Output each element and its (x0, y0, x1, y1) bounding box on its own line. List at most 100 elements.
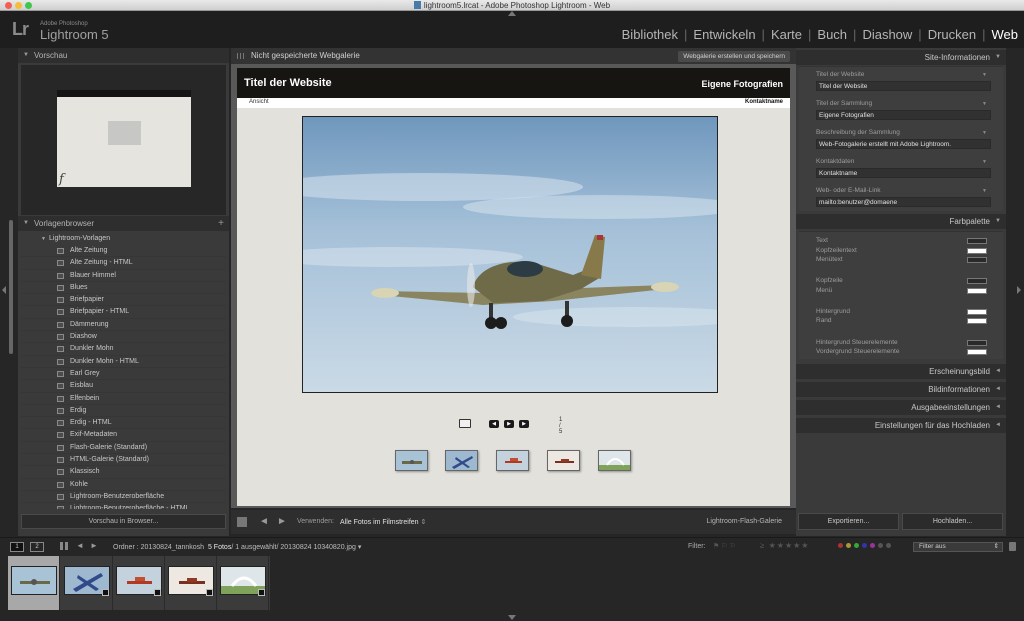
filmstrip-cell[interactable] (217, 556, 269, 610)
template-item[interactable]: Elfenbein (21, 393, 226, 405)
section-header-output[interactable]: Ausgabeeinstellungen ◄ (796, 400, 1006, 415)
template-item[interactable]: Dunkler Mohn - HTML (21, 356, 226, 368)
template-item[interactable]: HTML-Galerie (Standard) (21, 454, 226, 467)
filmstrip-cell[interactable] (61, 556, 113, 610)
lock-icon[interactable] (1009, 542, 1016, 551)
color-swatch[interactable] (967, 238, 987, 244)
template-item[interactable]: Kohle (21, 479, 226, 491)
filter-preset-dropdown[interactable]: Filter aus ⇕ (913, 542, 1003, 552)
module-drucken[interactable]: Drucken (928, 27, 976, 42)
next-photo-icon[interactable]: ► (277, 516, 287, 527)
filmstrip-cell[interactable] (165, 556, 217, 610)
previous-photo-icon[interactable]: ◄ (259, 516, 269, 527)
field-history-icon[interactable]: ▼ (982, 159, 987, 165)
forward-icon[interactable]: ► (90, 541, 98, 550)
field-input[interactable]: Titel der Website (816, 81, 991, 91)
module-buch[interactable]: Buch (817, 27, 847, 42)
collapse-top-panel-icon[interactable] (508, 11, 516, 16)
color-swatch[interactable] (967, 257, 987, 263)
no-label-icon[interactable] (886, 543, 891, 548)
gallery-thumbnail[interactable] (547, 450, 580, 471)
rating-filter-icon[interactable]: ≥ ★★★★★ (760, 541, 809, 550)
previous-button[interactable]: ◀ (489, 420, 499, 428)
template-item[interactable]: Earl Grey (21, 368, 226, 381)
field-input[interactable]: mailto:benutzer@domaene (816, 197, 991, 207)
module-entwickeln[interactable]: Entwickeln (693, 27, 755, 42)
template-item[interactable]: Exif-Metadaten (21, 429, 226, 442)
field-input[interactable]: Web-Fotogalerie erstellt mit Adobe Light… (816, 139, 991, 149)
gallery-thumbnail[interactable] (496, 450, 529, 471)
add-template-button[interactable]: + (218, 216, 224, 231)
toggle-toolbar-button[interactable] (237, 517, 247, 527)
color-palette-header[interactable]: Farbpalette ▼ (796, 214, 1006, 229)
color-swatch[interactable] (967, 278, 987, 284)
module-karte[interactable]: Karte (771, 27, 802, 42)
section-header-upload[interactable]: Einstellungen für das Hochladen ◄ (796, 418, 1006, 433)
template-item[interactable]: Flash-Galerie (Standard) (21, 442, 226, 455)
left-scrollbar[interactable] (9, 220, 13, 354)
field-history-icon[interactable]: ▼ (982, 188, 987, 194)
template-browser-header[interactable]: ▼ Vorlagenbrowser + (18, 216, 229, 231)
gallery-thumbnail[interactable] (395, 450, 428, 471)
green-label-icon[interactable] (854, 543, 859, 548)
site-info-header[interactable]: Site-Informationen ▼ (796, 50, 1006, 65)
color-swatch[interactable] (967, 248, 987, 254)
next-button[interactable]: ▶ (519, 420, 529, 428)
template-item[interactable]: Dämmerung (21, 319, 226, 332)
template-item[interactable]: Eisblau (21, 380, 226, 393)
color-swatch[interactable] (967, 288, 987, 294)
collapse-filmstrip-icon[interactable] (508, 615, 516, 620)
field-input[interactable]: Kontaktname (816, 168, 991, 178)
secondary-window-button[interactable]: 2 (30, 542, 44, 552)
flag-filter-icon[interactable]: ⚑ ⚐ ⚐ (713, 542, 736, 550)
section-header-image-info[interactable]: Bildinformationen ◄ (796, 382, 1006, 397)
filmstrip-source[interactable]: Ordner : 20130824_tannkosh 5 Fotos/ 1 au… (113, 543, 361, 551)
template-item[interactable]: Blues (21, 282, 226, 295)
template-item[interactable]: Diashow (21, 331, 226, 344)
template-item[interactable]: Briefpapier (21, 294, 226, 307)
field-history-icon[interactable]: ▼ (982, 101, 987, 107)
collapse-right-panel-icon[interactable] (1017, 286, 1021, 294)
gallery-thumbnail[interactable] (445, 450, 478, 471)
yellow-label-icon[interactable] (846, 543, 851, 548)
template-item[interactable]: Blauer Himmel (21, 270, 226, 282)
template-item[interactable]: Alte Zeitung (21, 245, 226, 258)
fullscreen-button[interactable] (459, 419, 471, 428)
template-item[interactable]: Klassisch (21, 466, 226, 479)
filmstrip-cell[interactable] (113, 556, 165, 610)
use-dropdown[interactable]: Alle Fotos im Filmstreifen ⇕ (340, 518, 426, 526)
play-button[interactable]: ▶ (504, 420, 514, 428)
preview-panel-header[interactable]: ▼ Vorschau (18, 48, 229, 63)
color-swatch[interactable] (967, 309, 987, 315)
template-item[interactable]: Erdig - HTML (21, 417, 226, 430)
upload-button[interactable]: Hochladen... (902, 513, 1003, 530)
module-diashow[interactable]: Diashow (862, 27, 912, 42)
template-item[interactable]: Lightroom-Benutzeroberfläche - HTML (21, 503, 226, 509)
view-link[interactable]: Ansicht (249, 99, 269, 105)
blue-label-icon[interactable] (862, 543, 867, 548)
collection-title[interactable]: Eigene Fotografien (701, 79, 783, 89)
template-item[interactable]: Lightroom-Benutzeroberfläche (21, 491, 226, 504)
purple-label-icon[interactable] (870, 543, 875, 548)
collapse-left-panel-icon[interactable] (2, 286, 6, 294)
site-title[interactable]: Titel der Website (244, 77, 332, 89)
template-item[interactable]: Erdig (21, 405, 226, 418)
contact-link[interactable]: Kontaktname (745, 99, 783, 105)
template-item[interactable]: Briefpapier - HTML (21, 306, 226, 319)
template-folder[interactable]: ▼ Lightroom-Vorlagen (21, 233, 226, 245)
template-item[interactable]: Dunkler Mohn (21, 343, 226, 356)
color-swatch[interactable] (967, 340, 987, 346)
create-gallery-button[interactable]: Webgalerie erstellen und speichern (678, 51, 790, 62)
export-button[interactable]: Exportieren... (798, 513, 899, 530)
color-swatch[interactable] (967, 318, 987, 324)
gallery-thumbnail[interactable] (598, 450, 631, 471)
grid-icon[interactable] (60, 542, 68, 550)
module-web[interactable]: Web (992, 27, 1019, 42)
field-history-icon[interactable]: ▼ (982, 72, 987, 78)
other-label-icon[interactable] (878, 543, 883, 548)
back-icon[interactable]: ◄ (76, 541, 84, 550)
section-header-appearance[interactable]: Erscheinungsbild ◄ (796, 364, 1006, 379)
template-item[interactable]: Alte Zeitung - HTML (21, 257, 226, 270)
color-swatch[interactable] (967, 349, 987, 355)
preview-in-browser-button[interactable]: Vorschau in Browser... (21, 514, 226, 529)
